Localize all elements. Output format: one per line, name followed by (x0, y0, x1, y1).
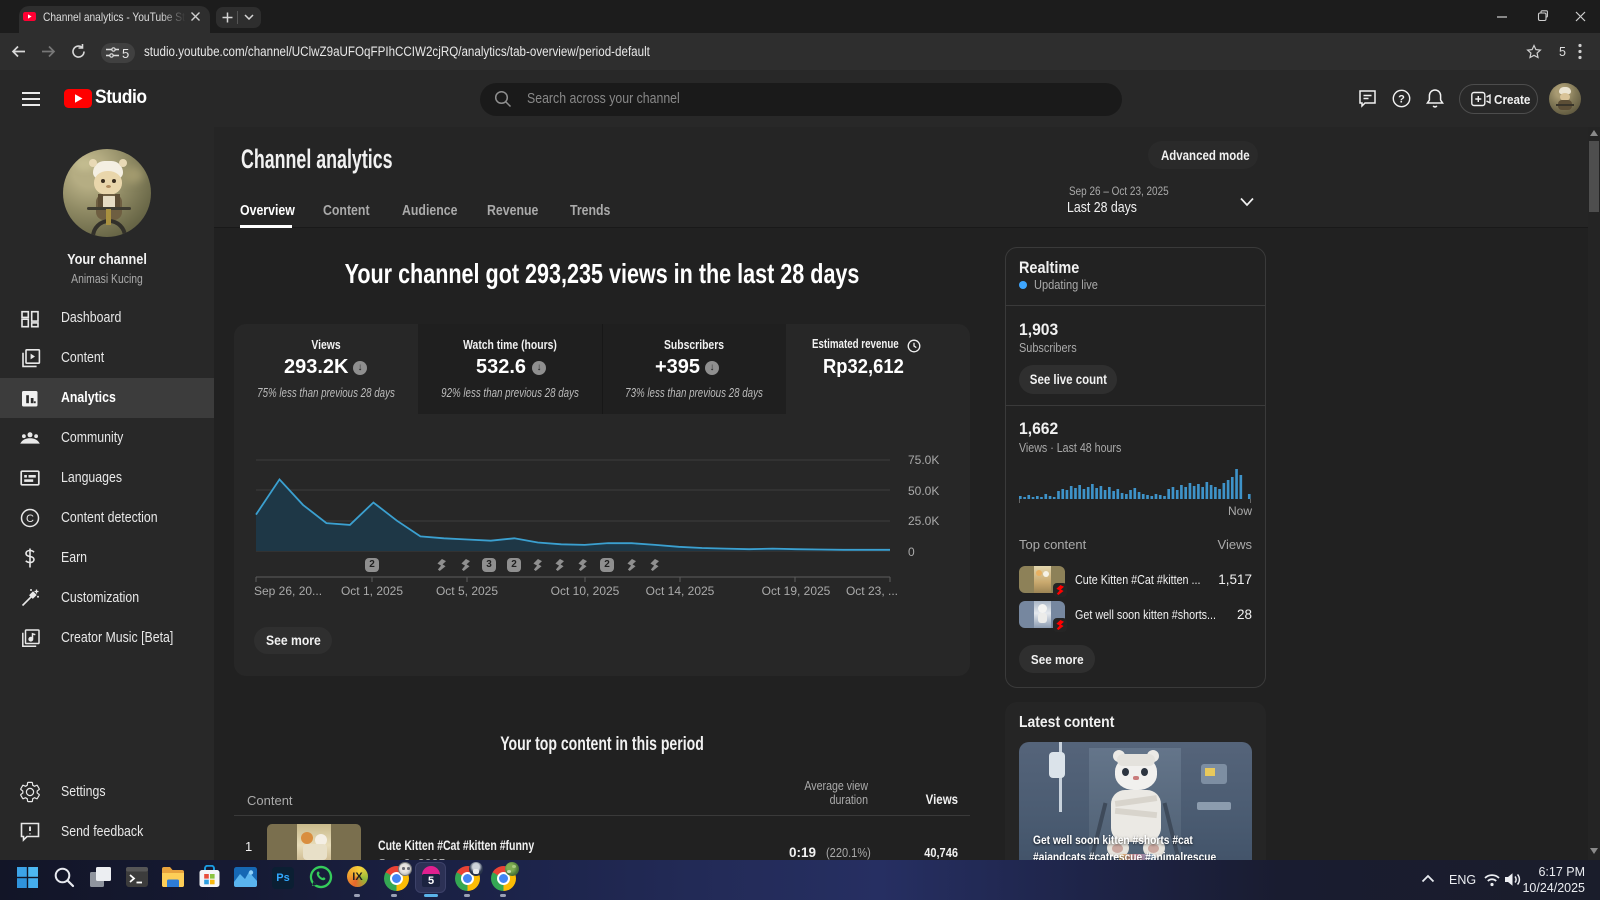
svg-text:C: C (26, 513, 34, 525)
svg-text:?: ? (1398, 94, 1405, 106)
